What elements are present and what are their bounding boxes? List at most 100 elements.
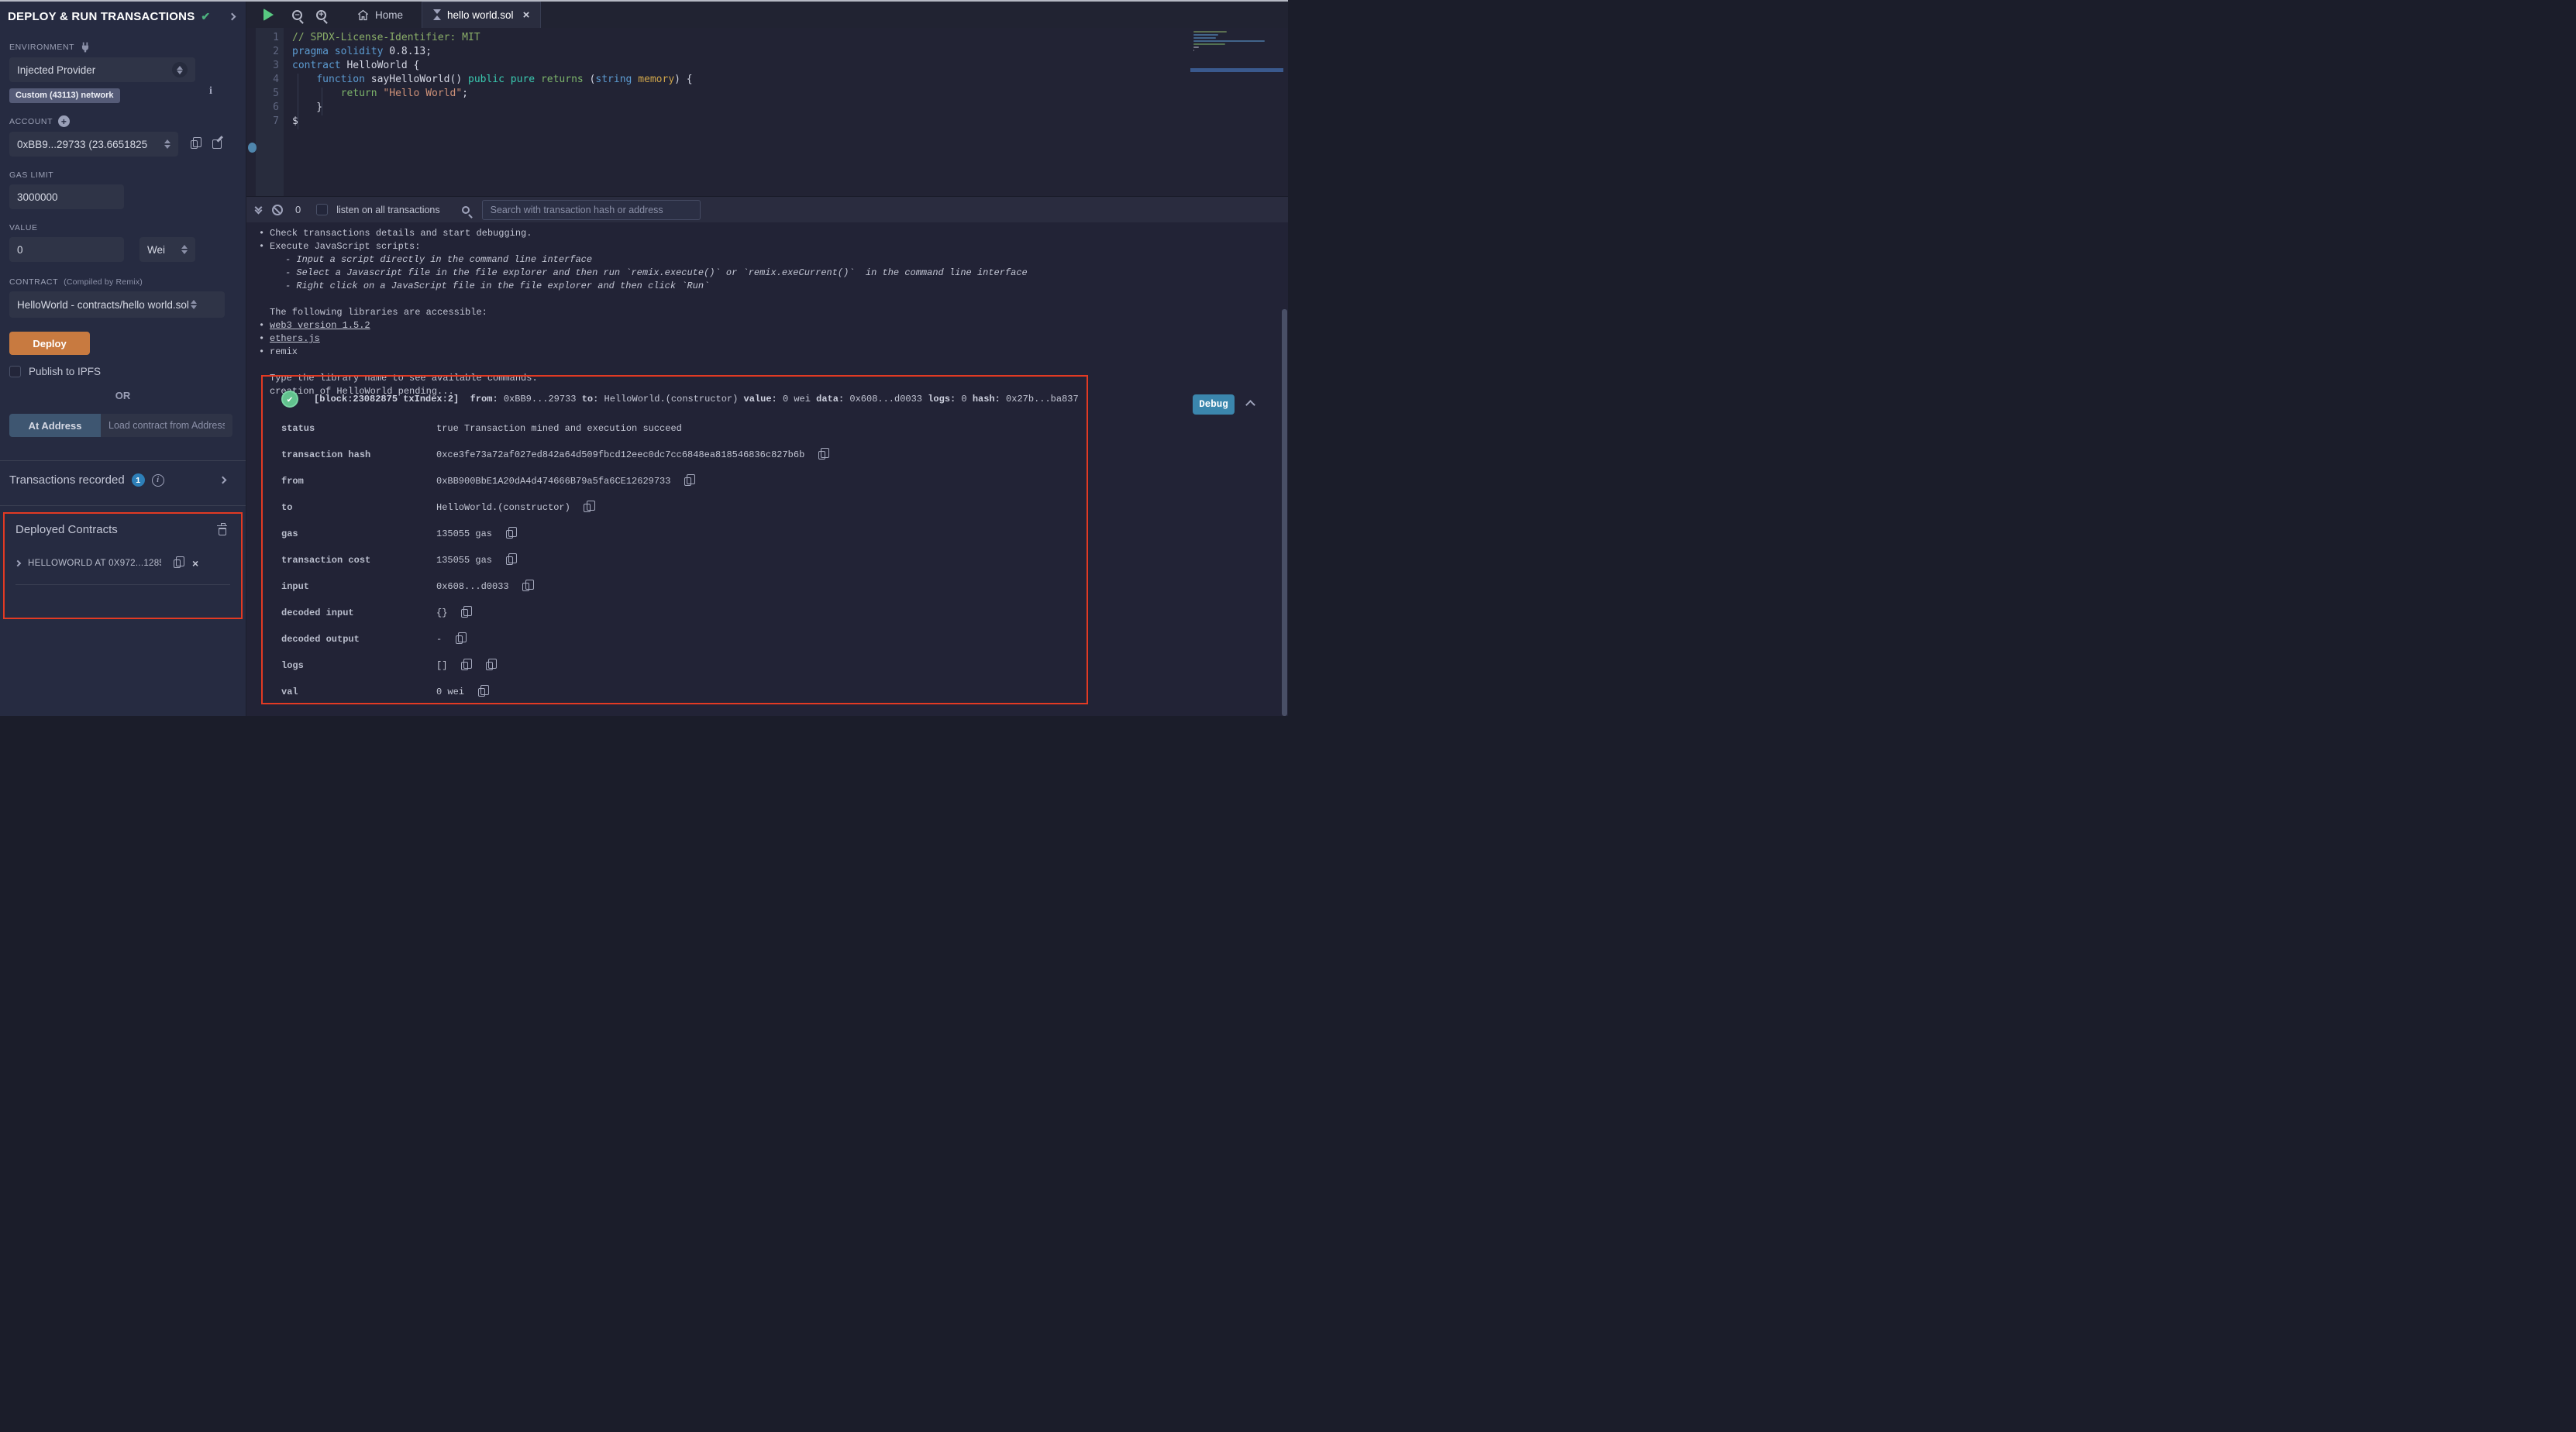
select-arrows-icon — [191, 300, 197, 309]
tx-detail-value: 135055 gas — [436, 528, 492, 539]
copy-icon[interactable] — [474, 684, 489, 700]
tx-detail-label: input — [263, 581, 436, 592]
edit-account-icon[interactable] — [209, 136, 225, 152]
contract-label: CONTRACT (Compiled by Remix) — [9, 277, 236, 287]
account-select[interactable]: 0xBB9...29733 (23.6651825 — [9, 132, 178, 157]
minimap-line — [1193, 46, 1199, 48]
close-tab-icon[interactable]: × — [523, 9, 530, 22]
tx-detail-row: gas135055 gas — [263, 521, 1087, 547]
expand-terminal-double-chevron-icon[interactable] — [256, 207, 261, 213]
remove-contract-icon[interactable]: × — [192, 557, 198, 570]
copy-account-icon[interactable] — [186, 136, 201, 152]
tx-detail-label: decoded input — [263, 608, 436, 618]
select-arrows-icon — [164, 139, 170, 149]
copy-icon[interactable] — [501, 552, 517, 568]
copy-icon[interactable] — [481, 658, 497, 673]
at-address-button[interactable]: At Address — [9, 414, 101, 437]
copy-icon[interactable] — [456, 605, 472, 621]
copy-icon[interactable] — [456, 658, 472, 673]
contract-value: HelloWorld - contracts/hello world.sol — [17, 299, 189, 311]
tab-hello-world-sol[interactable]: hello world.sol × — [422, 2, 541, 28]
listen-transactions-label: listen on all transactions — [336, 205, 439, 215]
transactions-expand-chevron-icon[interactable] — [219, 477, 227, 484]
tx-detail-label: transaction cost — [263, 555, 436, 566]
pending-tx-count: 0 — [295, 204, 301, 215]
code-editor[interactable]: 1// SPDX-License-Identifier: MIT2pragma … — [246, 28, 1288, 196]
solidity-file-icon — [433, 9, 441, 21]
tx-detail-value: {} — [436, 608, 447, 618]
console-text: - Input a script directly in the command… — [285, 254, 592, 265]
tx-detail-value: - — [436, 634, 442, 645]
console-text: Check transactions details and start deb… — [270, 228, 532, 239]
gas-limit-label: GAS LIMIT — [9, 170, 236, 180]
environment-value: Injected Provider — [17, 64, 95, 76]
remix-ide-window: DEPLOY & RUN TRANSACTIONS ✔ ENVIRONMENT … — [0, 0, 1288, 716]
select-arrows-icon — [172, 62, 188, 77]
publish-ipfs-checkbox[interactable] — [9, 366, 21, 377]
compile-success-check-icon: ✔ — [201, 10, 210, 23]
console-link[interactable]: ethers.js — [270, 333, 320, 344]
console-scrollbar[interactable] — [1282, 309, 1287, 716]
panel-header: DEPLOY & RUN TRANSACTIONS ✔ — [8, 2, 238, 31]
minimap-line — [1193, 40, 1265, 42]
console-line: •Check transactions details and start de… — [259, 228, 1288, 241]
load-contract-address-input[interactable] — [101, 414, 232, 437]
divider — [15, 584, 230, 585]
transaction-search-input[interactable] — [482, 200, 701, 220]
divider — [0, 460, 246, 461]
line-number: 6 — [256, 102, 279, 115]
transactions-count-badge: 1 — [132, 473, 145, 487]
deploy-button[interactable]: Deploy — [9, 332, 90, 355]
copy-contract-address-icon[interactable] — [169, 556, 184, 571]
copy-icon[interactable] — [680, 473, 695, 489]
editor-minimap[interactable] — [1193, 31, 1280, 85]
minimap-current-line — [1190, 68, 1283, 72]
tx-detail-row: input0x608...d0033 — [263, 573, 1087, 600]
copy-icon[interactable] — [451, 632, 467, 647]
breakpoint-dot[interactable] — [248, 143, 257, 153]
zoom-in-icon[interactable]: + — [316, 10, 326, 20]
plug-icon — [80, 42, 91, 53]
environment-info-icon[interactable]: i — [209, 85, 212, 98]
console-text: remix — [270, 346, 298, 357]
add-account-icon[interactable]: + — [58, 115, 70, 127]
collapse-panel-chevron-icon[interactable] — [229, 12, 236, 20]
gas-limit-input[interactable]: 3000000 — [9, 184, 124, 209]
tx-detail-row: statustrue Transaction mined and executi… — [263, 415, 1087, 442]
expand-contract-chevron-icon[interactable] — [15, 560, 21, 566]
value-input[interactable]: 0 — [9, 237, 124, 262]
code-line: 1// SPDX-License-Identifier: MIT — [256, 32, 1187, 46]
deployed-contracts-section: Deployed Contracts HELLOWORLD AT 0X972..… — [3, 512, 243, 619]
clear-console-ban-icon[interactable] — [272, 205, 283, 215]
transactions-info-icon[interactable]: i — [152, 474, 164, 487]
debug-button[interactable]: Debug — [1193, 394, 1235, 415]
console-link[interactable]: web3 version 1.5.2 — [270, 320, 370, 331]
tx-detail-row: decoded input{} — [263, 600, 1087, 626]
run-script-play-icon[interactable] — [263, 9, 274, 21]
tx-summary-line[interactable]: [block:23082875 txIndex:2] from: 0xBB9..… — [314, 391, 1079, 404]
deployed-contract-item[interactable]: HELLOWORLD AT 0X972...12851 (B × — [15, 556, 230, 571]
copy-icon[interactable] — [580, 500, 595, 515]
console-line: •ethers.js — [259, 333, 1288, 346]
bullet: • — [259, 228, 270, 239]
copy-icon[interactable] — [501, 526, 517, 542]
collapse-receipt-chevron-up-icon[interactable] — [1245, 400, 1255, 410]
copy-icon[interactable] — [518, 579, 534, 594]
environment-select[interactable]: Injected Provider — [9, 57, 195, 82]
publish-ipfs-label: Publish to IPFS — [29, 366, 101, 377]
account-label: ACCOUNT + — [9, 115, 236, 127]
tab-home[interactable]: Home — [346, 2, 414, 28]
contract-select[interactable]: HelloWorld - contracts/hello world.sol — [9, 291, 225, 318]
zoom-out-icon[interactable]: – — [292, 10, 302, 20]
console-line: The following libraries are accessible: — [259, 307, 1288, 320]
code-line: 3contract HelloWorld { — [256, 60, 1187, 74]
value-unit-select[interactable]: Wei — [139, 237, 195, 262]
terminal-console[interactable]: •Check transactions details and start de… — [246, 222, 1288, 716]
clear-deployed-contracts-trash-icon[interactable] — [215, 522, 230, 537]
editor-topbar: – + Home hello world.sol × — [246, 2, 1288, 28]
transactions-recorded-label: Transactions recorded — [9, 473, 125, 487]
copy-icon[interactable] — [814, 447, 829, 463]
code-lines: 1// SPDX-License-Identifier: MIT2pragma … — [256, 32, 1187, 129]
console-line: •Execute JavaScript scripts: — [259, 241, 1288, 254]
listen-transactions-checkbox[interactable] — [316, 204, 328, 215]
